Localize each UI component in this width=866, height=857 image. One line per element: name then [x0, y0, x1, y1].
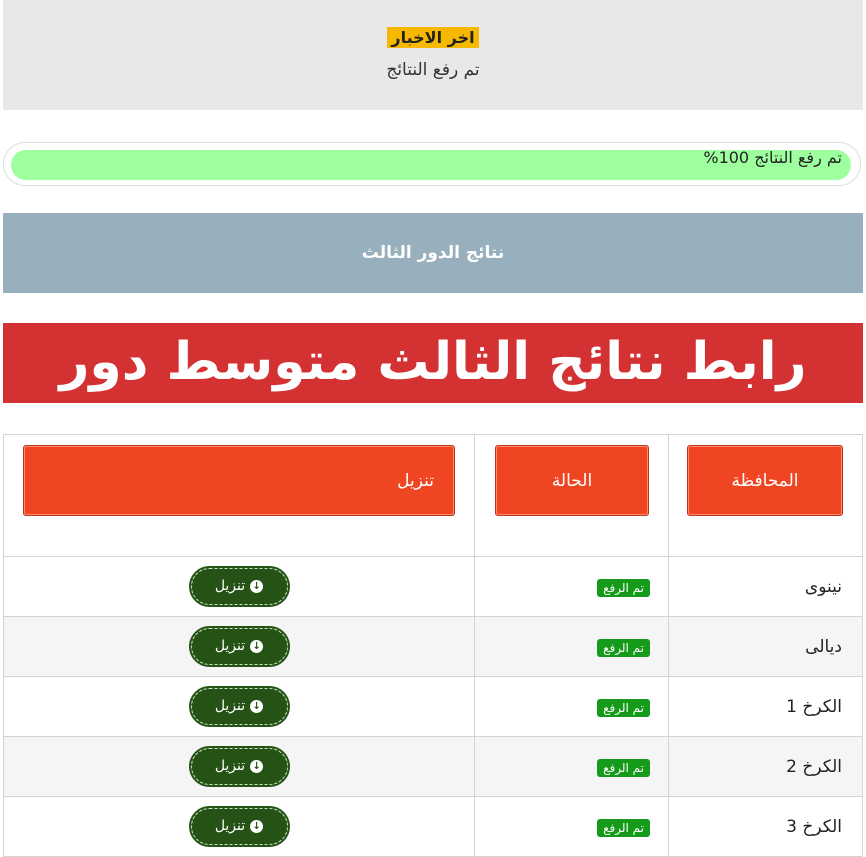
province-cell: نينوى	[668, 556, 863, 617]
download-label: تنزيل	[214, 638, 246, 654]
table-row: الكرخ 2 تم الرفع ↓ تنزيل	[3, 736, 863, 797]
arrow-down-circle-icon: ↓	[250, 819, 264, 833]
download-cell: ↓ تنزيل	[3, 556, 475, 617]
download-button[interactable]: ↓ تنزيل	[188, 566, 290, 607]
download-cell: ↓ تنزيل	[3, 796, 475, 857]
province-cell: الكرخ 1	[668, 676, 863, 737]
header-province-button[interactable]: المحافظة	[687, 445, 843, 516]
status-cell: تم الرفع	[474, 796, 669, 857]
download-label: تنزيل	[214, 818, 246, 834]
header-status-button[interactable]: الحالة	[495, 445, 649, 516]
status-badge: تم الرفع	[597, 818, 650, 837]
download-label: تنزيل	[214, 758, 246, 774]
download-button[interactable]: ↓ تنزيل	[188, 806, 290, 847]
table-row: الكرخ 3 تم الرفع ↓ تنزيل	[3, 796, 863, 857]
results-link-banner[interactable]: رابط نتائج الثالث متوسط دور ثالث ٢٠٢٣	[28, 323, 838, 470]
download-cell: ↓ تنزيل	[3, 676, 475, 737]
results-table: المحافظة الحالة تنزيل نينوى تم الرفع ↓ تن…	[3, 434, 863, 857]
download-cell: ↓ تنزيل	[3, 616, 475, 677]
status-badge: تم الرفع	[597, 758, 650, 777]
header-status-cell: الحالة	[474, 434, 669, 557]
table-row: ديالى تم الرفع ↓ تنزيل	[3, 616, 863, 677]
province-cell: الكرخ 3	[668, 796, 863, 857]
province-cell: الكرخ 2	[668, 736, 863, 797]
download-label: تنزيل	[214, 578, 246, 594]
arrow-down-circle-icon: ↓	[250, 579, 264, 593]
table-row: نينوى تم الرفع ↓ تنزيل	[3, 556, 863, 617]
download-cell: ↓ تنزيل	[3, 736, 475, 797]
province-cell: ديالى	[668, 616, 863, 677]
section-title: نتائج الدور الثالث	[3, 213, 863, 293]
status-cell: تم الرفع	[474, 676, 669, 737]
status-cell: تم الرفع	[474, 556, 669, 617]
progress-container: تم رفع النتائج 100%	[3, 142, 861, 186]
latest-news-label: اخر الاخبار	[387, 27, 479, 48]
latest-news-box: اخر الاخبار تم رفع النتائج	[3, 0, 863, 110]
status-badge: تم الرفع	[597, 578, 650, 597]
download-button[interactable]: ↓ تنزيل	[188, 686, 290, 727]
header-download-button[interactable]: تنزيل	[23, 445, 455, 516]
arrow-down-circle-icon: ↓	[250, 759, 264, 773]
download-label: تنزيل	[214, 698, 246, 714]
status-badge: تم الرفع	[597, 638, 650, 657]
progress-text: تم رفع النتائج 100%	[703, 148, 842, 167]
download-button[interactable]: ↓ تنزيل	[188, 746, 290, 787]
latest-news-label-wrap: اخر الاخبار	[3, 27, 863, 48]
status-badge: تم الرفع	[597, 698, 650, 717]
latest-news-text: تم رفع النتائج	[386, 60, 480, 80]
table-row: الكرخ 1 تم الرفع ↓ تنزيل	[3, 676, 863, 737]
header-download-cell: تنزيل	[3, 434, 475, 557]
arrow-down-circle-icon: ↓	[250, 639, 264, 653]
download-button[interactable]: ↓ تنزيل	[188, 626, 290, 667]
status-cell: تم الرفع	[474, 616, 669, 677]
status-cell: تم الرفع	[474, 736, 669, 797]
header-province-cell: المحافظة	[668, 434, 863, 557]
arrow-down-circle-icon: ↓	[250, 699, 264, 713]
